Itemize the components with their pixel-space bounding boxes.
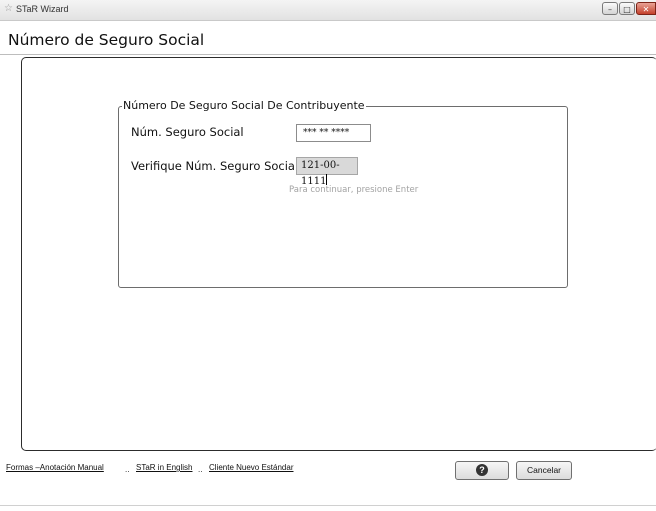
question-icon: ?: [476, 463, 488, 476]
groupbox-legend: Número De Seguro Social De Contribuyente: [122, 99, 366, 112]
star-icon: ☆: [4, 3, 13, 14]
link-separator: ..: [198, 465, 203, 474]
ssn-input[interactable]: *** ** ****: [296, 124, 371, 142]
title-bar: ☆ STaR Wizard – □ ✕: [0, 0, 656, 21]
link-star-english[interactable]: STaR in English: [136, 463, 192, 472]
maximize-button[interactable]: □: [619, 2, 635, 15]
verify-ssn-input[interactable]: 121-00-1111: [296, 157, 358, 187]
link-manual-forms[interactable]: Formas –Anotación Manual: [6, 463, 104, 472]
link-new-client[interactable]: Cliente Nuevo Estándar: [209, 463, 294, 472]
window-title: STaR Wizard: [16, 4, 69, 14]
text-caret: [326, 174, 328, 185]
page-title: Número de Seguro Social: [8, 31, 205, 49]
ssn-label: Núm. Seguro Social: [131, 125, 244, 139]
minimize-button[interactable]: –: [602, 2, 618, 15]
heading-divider: [0, 54, 656, 55]
verify-ssn-label: Verifique Núm. Seguro Social: [131, 159, 299, 173]
link-separator: ..: [125, 465, 130, 474]
window-controls: – □ ✕: [602, 2, 656, 16]
cancel-button[interactable]: Cancelar: [516, 461, 572, 480]
ssn-input-value: *** ** ****: [303, 128, 350, 138]
help-button[interactable]: ?: [455, 461, 509, 480]
continue-hint: Para continuar, presione Enter: [289, 185, 419, 195]
bottom-divider: [0, 505, 656, 506]
close-button[interactable]: ✕: [636, 2, 656, 15]
